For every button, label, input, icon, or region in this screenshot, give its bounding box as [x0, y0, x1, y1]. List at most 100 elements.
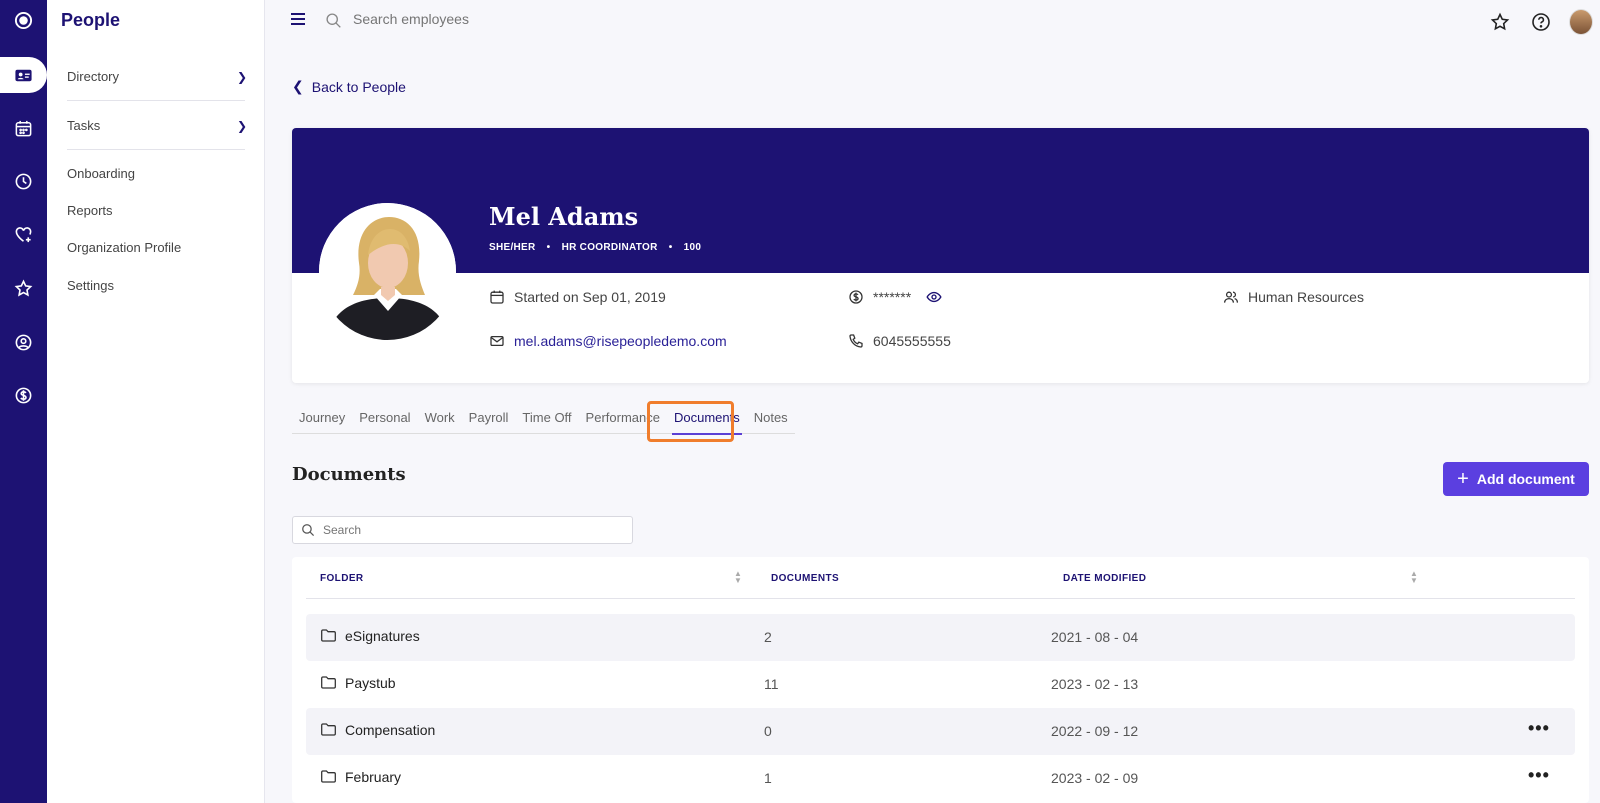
phone-text: 6045555555 — [873, 333, 951, 349]
department-text: Human Resources — [1248, 289, 1364, 305]
plus-icon: + — [1457, 468, 1469, 490]
sidebar-title: People — [61, 10, 121, 30]
more-options-icon[interactable]: ••• — [1528, 718, 1550, 739]
sidebar-item-label: Directory — [67, 69, 120, 84]
sidebar-item-onboarding[interactable]: Onboarding — [67, 166, 247, 181]
document-search — [292, 516, 633, 544]
sidebar-item-settings[interactable]: Settings — [67, 278, 247, 293]
employee-name: Mel Adams — [489, 202, 639, 231]
folder-name[interactable]: February — [345, 769, 401, 785]
start-date: Started on Sep 01, 2019 — [489, 289, 666, 305]
add-document-label: Add document — [1476, 471, 1575, 487]
profile-banner — [292, 128, 1589, 273]
heart-icon[interactable] — [0, 216, 47, 252]
tab-work[interactable]: Work — [418, 410, 462, 434]
table-row[interactable]: eSignatures 2 2021 - 08 - 04 — [306, 614, 1575, 661]
divider — [67, 100, 245, 101]
folder-cell: Paystub — [320, 674, 396, 691]
folder-cell: Compensation — [320, 721, 435, 738]
job-title: HR COORDINATOR — [561, 242, 658, 253]
more-options-icon[interactable]: ••• — [1528, 765, 1550, 786]
user-avatar[interactable] — [1569, 9, 1593, 35]
tab-time-off[interactable]: Time Off — [515, 410, 578, 434]
icon-rail — [0, 0, 47, 803]
table-row[interactable]: Paystub 11 2023 - 02 - 13 — [306, 661, 1575, 708]
help-icon[interactable] — [1529, 10, 1553, 34]
sidebar-item-label: Reports — [67, 203, 113, 218]
sidebar-item-label: Settings — [67, 278, 114, 293]
add-document-button[interactable]: + Add document — [1443, 462, 1589, 496]
document-search-input[interactable] — [323, 523, 603, 537]
folder-name[interactable]: eSignatures — [345, 628, 420, 644]
star-icon[interactable] — [0, 270, 47, 306]
divider — [67, 149, 245, 150]
department: Human Resources — [1223, 289, 1364, 305]
tab-notes[interactable]: Notes — [747, 410, 795, 434]
column-header-date-modified[interactable]: DATE MODIFIED — [1063, 573, 1146, 584]
folder-icon — [321, 770, 336, 783]
date-modified: 2021 - 08 - 04 — [1051, 629, 1139, 645]
email: mel.adams@risepeopledemo.com — [489, 333, 727, 349]
email-link[interactable]: mel.adams@risepeopledemo.com — [514, 333, 727, 349]
date-modified: 2023 - 02 - 13 — [1051, 676, 1139, 692]
folder-name[interactable]: Compensation — [345, 722, 435, 738]
document-count: 0 — [764, 723, 772, 739]
date-modified: 2023 - 02 - 09 — [1051, 770, 1139, 786]
document-count: 2 — [764, 629, 772, 645]
table-row[interactable]: February 1 2023 - 02 - 09 ••• — [306, 755, 1575, 802]
logo-icon[interactable] — [0, 2, 47, 38]
dollar-icon — [849, 290, 863, 304]
sidebar-item-tasks[interactable]: Tasks ❯ — [67, 118, 247, 133]
sidebar-item-organization-profile[interactable]: Organization Profile — [67, 240, 247, 255]
folder-cell: February — [320, 768, 401, 785]
topbar — [265, 0, 1600, 42]
clock-icon[interactable] — [0, 163, 47, 199]
table-row[interactable]: Compensation 0 2022 - 09 - 12 ••• — [306, 708, 1575, 755]
favorites-star-icon[interactable] — [1488, 10, 1512, 34]
sort-icon[interactable]: ▲ ▼ — [734, 570, 742, 585]
chevron-right-icon: ❯ — [236, 69, 247, 84]
mail-icon — [490, 335, 504, 347]
document-count: 11 — [764, 676, 779, 692]
employee-search-input[interactable] — [353, 11, 653, 27]
back-link-label: Back to People — [311, 78, 406, 95]
people-icon — [1223, 291, 1239, 303]
sidebar-item-label: Onboarding — [67, 166, 135, 181]
calendar-icon — [490, 290, 504, 304]
search-icon — [302, 524, 315, 537]
start-date-text: Started on Sep 01, 2019 — [514, 289, 666, 305]
back-to-people-link[interactable]: ❮ Back to People — [292, 78, 406, 95]
tab-personal[interactable]: Personal — [352, 410, 417, 434]
profile-photo — [319, 203, 456, 340]
documents-title: Documents — [292, 464, 406, 485]
dollar-icon[interactable] — [0, 377, 47, 413]
calendar-icon[interactable] — [0, 110, 47, 146]
column-header-documents: DOCUMENTS — [771, 573, 840, 584]
header-divider — [306, 598, 1575, 599]
documents-table: FOLDER ▲ ▼ DOCUMENTS DATE MODIFIED ▲ ▼ eSi… — [292, 557, 1589, 803]
folder-icon — [321, 723, 336, 736]
tab-journey[interactable]: Journey — [292, 410, 352, 434]
salary: ******* — [848, 289, 942, 305]
sidebar-item-reports[interactable]: Reports — [67, 203, 247, 218]
column-header-folder[interactable]: FOLDER — [320, 573, 364, 584]
folder-cell: eSignatures — [320, 627, 420, 644]
document-count: 1 — [764, 770, 772, 786]
sidebar-item-label: Tasks — [67, 118, 101, 133]
sidebar-item-label: Organization Profile — [67, 240, 182, 255]
id-card-icon[interactable] — [0, 57, 47, 93]
folder-icon — [321, 676, 336, 689]
hamburger-menu-icon[interactable] — [291, 13, 305, 25]
chevron-right-icon: ❯ — [236, 118, 247, 133]
date-modified: 2022 - 09 - 12 — [1051, 723, 1139, 739]
tab-highlight-box — [647, 401, 734, 442]
sidebar: People Directory ❯ Tasks ❯ Onboarding Re… — [47, 0, 265, 803]
sort-icon[interactable]: ▲ ▼ — [1410, 570, 1418, 585]
search-person-icon[interactable] — [0, 324, 47, 360]
employee-meta: SHE/HER • HR COORDINATOR • 100 — [489, 242, 702, 253]
salary-masked: ******* — [873, 289, 912, 305]
sidebar-item-directory[interactable]: Directory ❯ — [67, 69, 247, 84]
tab-payroll[interactable]: Payroll — [462, 410, 516, 434]
eye-icon[interactable] — [926, 289, 942, 305]
folder-name[interactable]: Paystub — [345, 675, 396, 691]
